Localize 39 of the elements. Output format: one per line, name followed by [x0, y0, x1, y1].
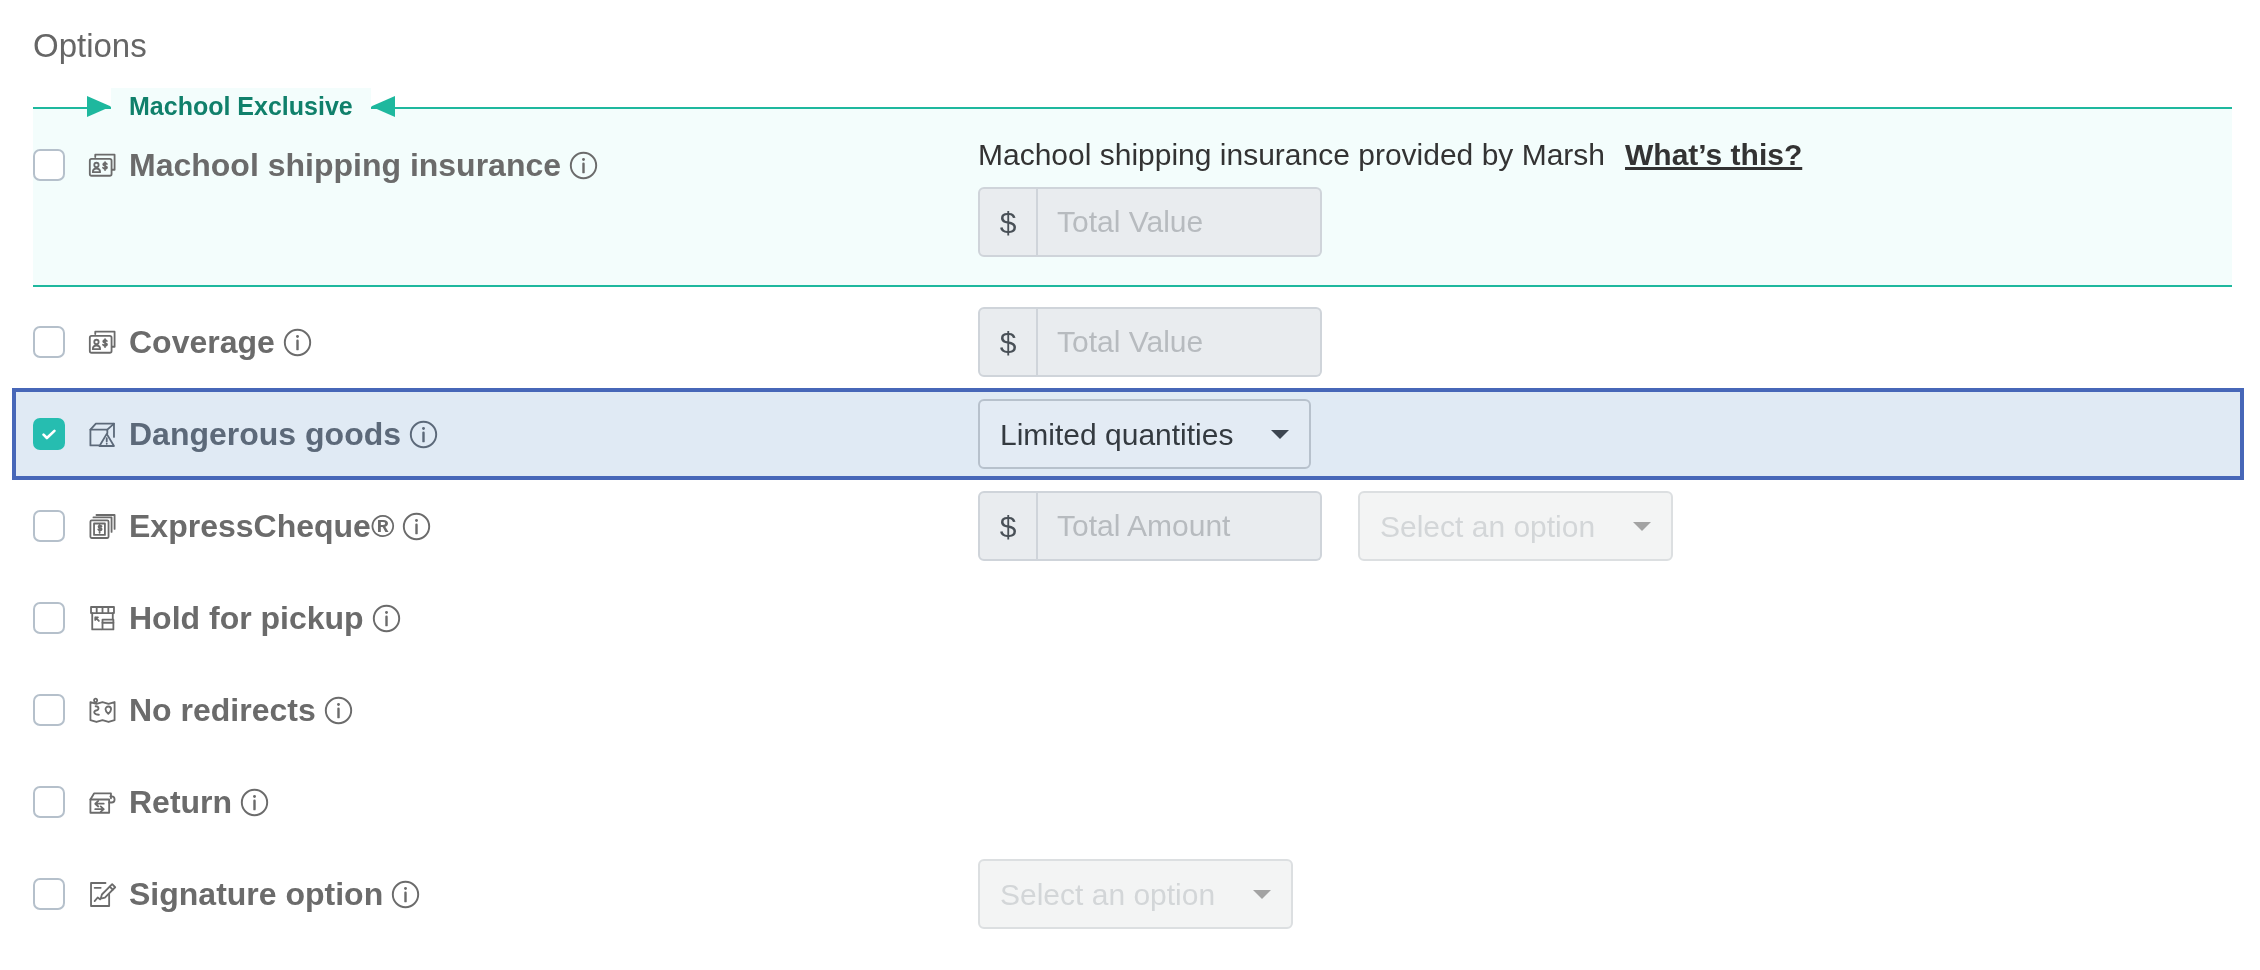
checkbox[interactable]: [33, 786, 65, 818]
option-label: Return: [129, 784, 233, 820]
dropdown[interactable]: Limited quantities: [978, 399, 1312, 469]
option-label: Coverage: [129, 324, 275, 360]
info-icon[interactable]: [391, 879, 421, 909]
info-icon[interactable]: [323, 695, 353, 725]
insurance-description: Machool shipping insurance provided by Marsh: [978, 137, 1605, 173]
option-label: Dangerous goods: [129, 416, 401, 452]
caret-icon: [1271, 429, 1290, 439]
caret-icon: [1253, 889, 1272, 899]
checkbox[interactable]: [33, 602, 65, 634]
info-icon[interactable]: [240, 787, 270, 817]
info-icon[interactable]: [371, 603, 401, 633]
checkbox[interactable]: [33, 510, 65, 542]
check-icon: [42, 428, 56, 440]
currency-prefix: $: [978, 307, 1038, 377]
dollar-card-icon: [88, 511, 117, 541]
checkbox[interactable]: [33, 694, 65, 726]
whats-this-link[interactable]: What’s this?: [1625, 137, 1803, 173]
caret-icon: [1633, 521, 1652, 531]
checkbox[interactable]: [33, 418, 65, 450]
option-label: No redirects: [129, 692, 316, 728]
checkbox[interactable]: [33, 149, 65, 181]
store-box-icon: [88, 603, 117, 633]
currency-prefix: $: [978, 187, 1038, 257]
info-icon[interactable]: [569, 150, 599, 180]
option-label: Machool shipping insurance: [129, 147, 562, 183]
section-title: Options: [33, 28, 148, 64]
checkbox[interactable]: [33, 878, 65, 910]
info-icon[interactable]: [409, 419, 438, 449]
option-label: Hold for pickup: [129, 600, 364, 636]
checkbox[interactable]: [33, 326, 65, 358]
option-label: Signature option: [129, 876, 384, 912]
map-pin-icon: [88, 695, 117, 725]
info-icon[interactable]: [282, 327, 312, 357]
option-label: ExpressCheque®: [129, 508, 395, 544]
document-pencil-icon: [88, 879, 117, 909]
info-icon[interactable]: [402, 511, 432, 541]
currency-prefix: $: [978, 491, 1038, 561]
